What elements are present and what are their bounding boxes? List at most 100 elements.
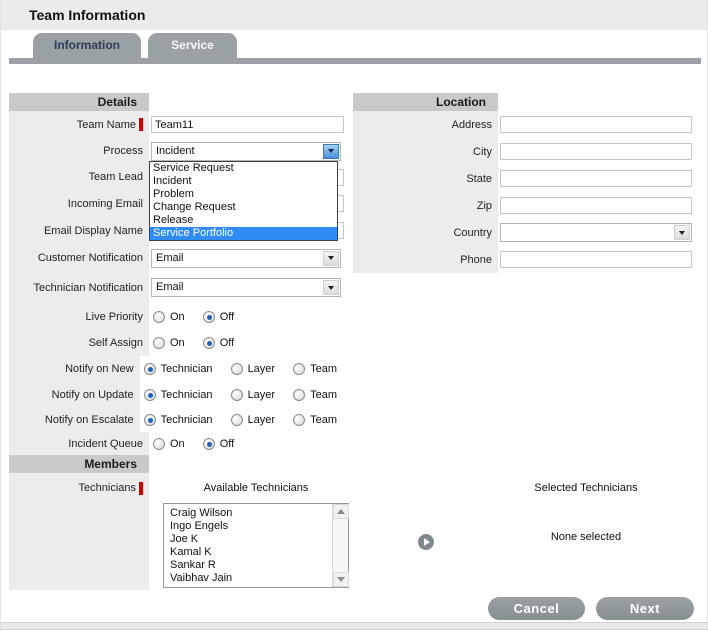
process-label: Process [9,138,149,164]
members-section-header: Members [9,455,149,473]
incident-queue-on-option[interactable]: On [153,438,185,450]
team-name-label: Team Name [9,111,149,138]
zip-input[interactable] [500,197,692,214]
team-lead-label: Team Lead [9,164,149,190]
tab-service-label: Service [171,38,214,52]
country-label: Country [353,219,498,246]
process-select[interactable]: Incident [151,142,341,161]
radio-unselected-icon[interactable] [293,389,305,401]
dropdown-arrow-icon[interactable] [674,225,690,240]
notify-on-update-team-option[interactable]: Team [293,389,337,401]
radio-selected-icon[interactable] [144,414,156,426]
notify-on-update-label: Notify on Update [9,382,140,407]
radio-unselected-icon[interactable] [153,337,165,349]
process-dropdown-list: Service Request Incident Problem Change … [149,161,338,241]
process-option-service-portfolio[interactable]: Service Portfolio [150,227,337,240]
move-right-button[interactable] [418,534,434,550]
city-input[interactable] [500,143,692,160]
process-option-release[interactable]: Release [150,214,337,227]
notify-on-escalate-layer-option[interactable]: Layer [231,414,276,426]
self-assign-off-option[interactable]: Off [203,337,234,349]
tab-information[interactable]: Information [33,33,141,58]
tab-information-label: Information [54,38,120,52]
self-assign-on-option[interactable]: On [153,337,185,349]
technician-list-item[interactable]: Vaibhav Jain [170,572,348,585]
notify-on-escalate-technician-option[interactable]: Technician [144,414,213,426]
technician-list-item[interactable]: Joe K [170,533,348,546]
radio-unselected-icon[interactable] [231,414,243,426]
team-name-input[interactable] [151,116,344,133]
customer-notification-select[interactable]: Email [151,249,341,268]
details-section-header: Details [9,93,149,111]
state-label: State [353,165,498,192]
notify-on-escalate-team-option[interactable]: Team [293,414,337,426]
address-input[interactable] [500,116,692,133]
radio-selected-icon[interactable] [203,337,215,349]
phone-input[interactable] [500,251,692,268]
selected-technicians-empty-text: None selected [471,531,701,543]
notify-on-escalate-label: Notify on Escalate [9,407,140,432]
team-information-page: Team Information Information Service Det… [0,0,708,631]
technician-list-item[interactable]: Craig Wilson [170,507,348,520]
dropdown-arrow-icon[interactable] [323,280,339,295]
selected-technicians-title: Selected Technicians [471,482,701,494]
technician-list-item[interactable]: Sankar R [170,559,348,572]
process-option-incident[interactable]: Incident [150,175,337,188]
state-input[interactable] [500,170,692,187]
scroll-down-icon[interactable] [333,572,349,587]
radio-unselected-icon[interactable] [153,438,165,450]
notify-on-new-technician-option[interactable]: Technician [144,363,213,375]
live-priority-label: Live Priority [9,303,149,330]
required-marker [139,118,143,131]
radio-unselected-icon[interactable] [293,414,305,426]
notify-on-new-layer-option[interactable]: Layer [231,363,276,375]
radio-selected-icon[interactable] [203,438,215,450]
footer-bar [1,622,708,630]
available-technicians-title: Available Technicians [163,482,349,494]
incident-queue-off-option[interactable]: Off [203,438,234,450]
address-label: Address [353,111,498,138]
radio-unselected-icon[interactable] [231,363,243,375]
technician-notification-label: Technician Notification [9,272,149,303]
technician-list-item[interactable]: Kamal K [170,546,348,559]
scroll-up-icon[interactable] [333,504,349,519]
notify-on-new-team-option[interactable]: Team [293,363,337,375]
phone-label: Phone [353,246,498,273]
required-marker [139,482,143,495]
notify-on-update-layer-option[interactable]: Layer [231,389,276,401]
technician-list-item[interactable]: Ingo Engels [170,520,348,533]
live-priority-on-option[interactable]: On [153,311,185,323]
technician-notification-select[interactable]: Email [151,278,341,297]
notify-on-new-label: Notify on New [9,356,140,382]
listbox-scrollbar[interactable] [332,504,348,587]
tab-service[interactable]: Service [148,33,237,58]
radio-selected-icon[interactable] [203,311,215,323]
technicians-label: Technicians [9,473,149,590]
next-button[interactable]: Next [596,597,694,620]
radio-selected-icon[interactable] [144,389,156,401]
process-option-problem[interactable]: Problem [150,188,337,201]
incoming-email-label: Incoming Email [9,190,149,217]
dropdown-arrow-icon[interactable] [323,144,339,159]
radio-selected-icon[interactable] [144,363,156,375]
radio-unselected-icon[interactable] [153,311,165,323]
city-label: City [353,138,498,165]
radio-unselected-icon[interactable] [231,389,243,401]
radio-unselected-icon[interactable] [293,363,305,375]
notify-on-update-technician-option[interactable]: Technician [144,389,213,401]
country-select[interactable] [500,223,692,242]
cancel-button[interactable]: Cancel [488,597,585,620]
process-option-service-request[interactable]: Service Request [150,162,337,175]
email-display-name-label: Email Display Name [9,217,149,244]
tab-underline-bar [9,58,701,64]
dropdown-arrow-icon[interactable] [323,251,339,266]
zip-label: Zip [353,192,498,219]
live-priority-off-option[interactable]: Off [203,311,234,323]
self-assign-label: Self Assign [9,330,149,356]
arrow-right-icon [424,538,430,546]
location-section-header: Location [353,93,498,111]
available-technicians-listbox[interactable]: Craig Wilson Ingo Engels Joe K Kamal K S… [163,503,349,588]
page-title: Team Information [1,0,708,30]
process-option-change-request[interactable]: Change Request [150,201,337,214]
location-section: Location Address City State Zip Country [353,93,698,273]
